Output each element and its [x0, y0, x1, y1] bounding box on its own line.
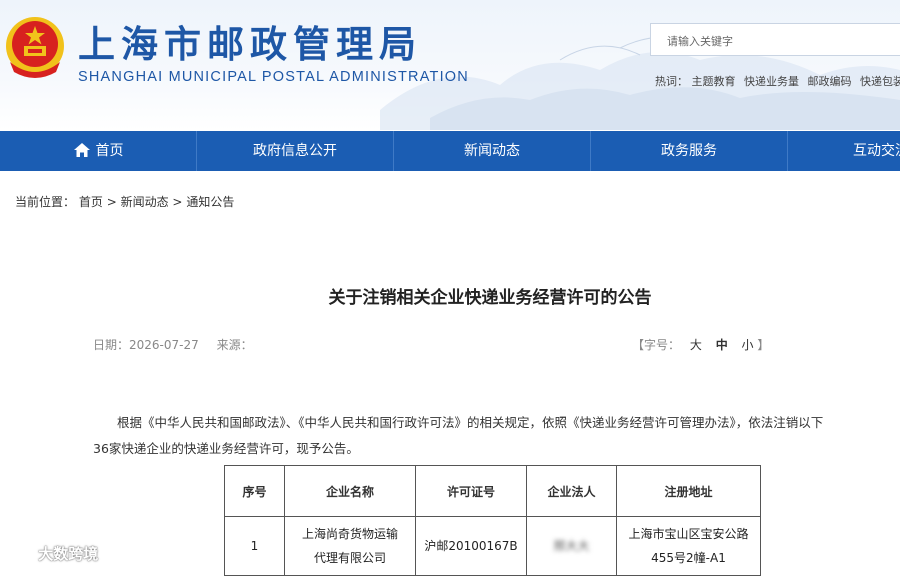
column-header: 序号 — [224, 465, 285, 517]
company-name-line: 代理有限公司 — [313, 551, 386, 565]
watermark-text: 大数跨境 — [38, 545, 99, 563]
hot-word-link[interactable]: 主题教育 — [692, 75, 736, 88]
home-icon — [73, 143, 90, 157]
address-line: 上海市宝山区宝安公路 — [628, 527, 749, 541]
column-header: 企业法人 — [526, 465, 617, 517]
watermark: 大数跨境 — [5, 543, 98, 564]
nav-item-label: 首页 — [95, 143, 124, 159]
site-header: 上海市邮政管理局 SHANGHAI MUNICIPAL POSTAL ADMIN… — [0, 0, 900, 130]
font-size-medium-button[interactable]: 中 — [716, 338, 728, 352]
nav-item-home[interactable]: 首页 — [0, 131, 196, 171]
table-header-row: 序号 企业名称 许可证号 企业法人 注册地址 — [224, 465, 761, 517]
cell-legal-person: 邢大大 — [526, 516, 617, 576]
breadcrumb-separator: > — [106, 195, 117, 209]
breadcrumb-label: 当前位置： — [15, 195, 76, 209]
font-size-small-button[interactable]: 小 — [742, 338, 754, 352]
cell-index: 1 — [224, 516, 285, 576]
cell-company-name: 上海尚奇货物运输 代理有限公司 — [284, 516, 416, 576]
search-placeholder: 请输入关键字 — [667, 35, 733, 48]
breadcrumb: 当前位置： 首页 > 新闻动态 > 通知公告 — [15, 193, 234, 210]
article-paragraph-line: 36家快递企业的快递业务经营许可，现予公告。 — [93, 441, 359, 456]
site-title[interactable]: 上海市邮政管理局 — [78, 14, 422, 68]
hot-word-link[interactable]: 快递业务量 — [744, 75, 799, 88]
font-size-control: 【字号： 大 中 小 】 — [632, 336, 769, 353]
site-subtitle: SHANGHAI MUNICIPAL POSTAL ADMINISTRATION — [78, 69, 469, 85]
breadcrumb-link-notices[interactable]: 通知公告 — [186, 195, 234, 209]
main-nav: 首页 政府信息公开 新闻动态 政务服务 互动交流 — [0, 131, 900, 171]
font-size-large-button[interactable]: 大 — [690, 338, 702, 352]
font-size-label: 【字号： — [632, 338, 681, 352]
company-name-line: 上海尚奇货物运输 — [301, 527, 398, 541]
hot-words: 热词： 主题教育 快递业务量 邮政编码 快递包装 — [655, 73, 900, 89]
font-size-bracket: 】 — [757, 338, 770, 352]
article-date: 日期：2026-07-27 — [93, 338, 199, 352]
nav-item-services[interactable]: 政务服务 — [591, 131, 787, 171]
column-header: 许可证号 — [415, 465, 527, 517]
cell-address: 上海市宝山区宝安公路 455号2幢-A1 — [616, 516, 761, 576]
article-paragraph-line: 根据《中华人民共和国邮政法》、《中华人民共和国行政许可法》的相关规定，依照《快递… — [117, 415, 824, 430]
breadcrumb-separator: > — [172, 195, 183, 209]
hot-word-link[interactable]: 邮政编码 — [808, 75, 852, 88]
address-line: 455号2幢-A1 — [651, 551, 726, 565]
article-meta: 日期：2026-07-27 来源： — [93, 336, 253, 353]
column-header: 注册地址 — [616, 465, 761, 517]
breadcrumb-link-home[interactable]: 首页 — [79, 195, 103, 209]
cell-license: 沪邮20100167B — [415, 516, 527, 576]
search-input[interactable]: 请输入关键字 — [650, 23, 900, 56]
column-header: 企业名称 — [284, 465, 416, 517]
article-body: 根据《中华人民共和国邮政法》、《中华人民共和国行政许可法》的相关规定，依照《快递… — [93, 410, 893, 462]
nav-item-interaction[interactable]: 互动交流 — [788, 131, 900, 171]
watermark-logo-icon — [5, 545, 32, 561]
nav-item-news[interactable]: 新闻动态 — [394, 131, 590, 171]
table-row: 1 上海尚奇货物运输 代理有限公司 沪邮20100167B 邢大大 上海市宝山区… — [224, 516, 761, 576]
hot-word-link[interactable]: 快递包装 — [860, 75, 900, 88]
legal-person-blurred: 邢大大 — [553, 539, 590, 553]
article-title: 关于注销相关企业快递业务经营许可的公告 — [328, 288, 652, 308]
revoked-companies-table: 序号 企业名称 许可证号 企业法人 注册地址 1 上海尚奇货物运输 代理有限公司… — [224, 465, 761, 576]
nav-item-gov-info[interactable]: 政府信息公开 — [197, 131, 393, 171]
national-emblem-icon — [6, 17, 64, 78]
breadcrumb-link-news[interactable]: 新闻动态 — [121, 195, 169, 209]
hot-words-label: 热词： — [655, 75, 688, 88]
article-source: 来源： — [216, 338, 253, 352]
